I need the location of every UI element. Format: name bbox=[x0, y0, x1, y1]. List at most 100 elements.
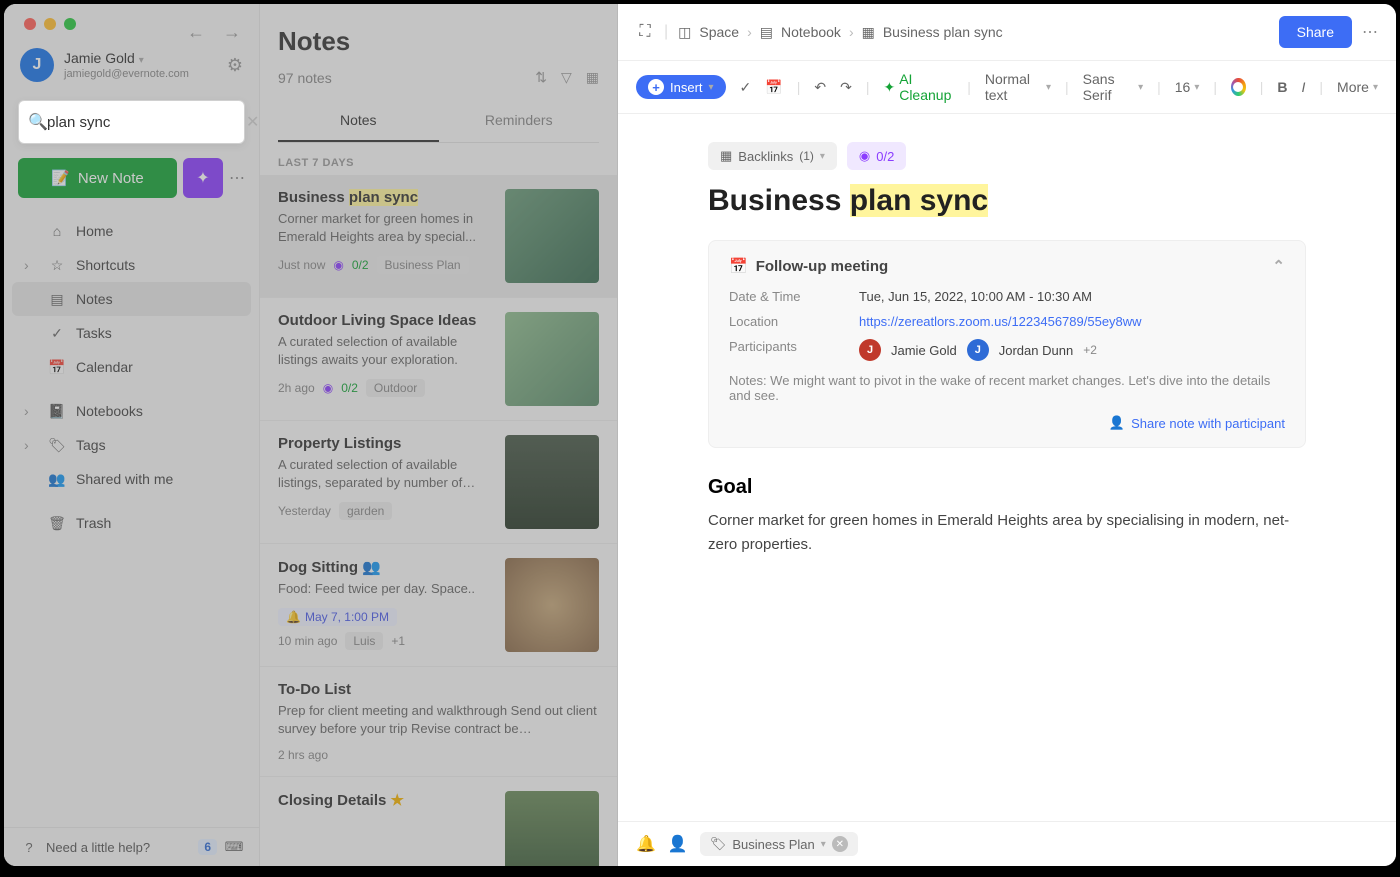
search-input[interactable] bbox=[47, 114, 246, 131]
task-icon[interactable]: ✓ bbox=[740, 79, 752, 96]
user-email: jamiegold@evernote.com bbox=[64, 67, 217, 81]
notes-icon: ▤ bbox=[48, 290, 66, 308]
note-card[interactable]: Business plan sync Corner market for gre… bbox=[260, 175, 617, 298]
meeting-link[interactable]: https://zereatlors.zoom.us/1223456789/55… bbox=[859, 314, 1142, 329]
filter-icon[interactable]: ▽ bbox=[561, 69, 572, 86]
sort-icon[interactable]: ⇅ bbox=[535, 69, 547, 86]
participant-avatar: J bbox=[967, 339, 989, 361]
backlinks-pill[interactable]: ▦Backlinks (1)▾ bbox=[708, 142, 837, 170]
italic-button[interactable]: I bbox=[1302, 79, 1306, 95]
help-icon: ? bbox=[20, 838, 38, 856]
footer-tag[interactable]: 🏷Business Plan▾✕ bbox=[700, 832, 858, 856]
min-dot[interactable] bbox=[44, 18, 56, 30]
crumb-space[interactable]: Space bbox=[699, 24, 739, 40]
note-plus-icon: 📝 bbox=[51, 169, 70, 187]
help-footer[interactable]: ? Need a little help? 6 ⌨ bbox=[4, 827, 259, 866]
search-icon: 🔍 bbox=[29, 113, 47, 131]
nav-shortcuts[interactable]: ›☆Shortcuts bbox=[12, 248, 251, 282]
nav-shared[interactable]: 👥Shared with me bbox=[12, 462, 251, 496]
star-icon: ☆ bbox=[48, 256, 66, 274]
note-card[interactable]: Outdoor Living Space Ideas A curated sel… bbox=[260, 298, 617, 421]
nav-notes[interactable]: ▤Notes bbox=[12, 282, 251, 316]
remove-tag-icon[interactable]: ✕ bbox=[832, 836, 848, 852]
note-icon: ▦ bbox=[862, 24, 875, 41]
text-style-select[interactable]: Normal text ▾ bbox=[985, 71, 1051, 103]
breadcrumb: ◫Space › ▤Notebook › ▦Business plan sync bbox=[678, 24, 1268, 41]
ai-cleanup-button[interactable]: ✦ AI Cleanup bbox=[883, 71, 953, 103]
meeting-title: 📅Follow-up meeting⌃ bbox=[729, 257, 1285, 275]
font-select[interactable]: Sans Serif ▾ bbox=[1083, 71, 1143, 103]
crumb-notebook[interactable]: Notebook bbox=[781, 24, 841, 40]
color-picker-icon[interactable] bbox=[1231, 78, 1246, 96]
thumbnail bbox=[505, 435, 599, 529]
collapse-icon[interactable]: ⌃ bbox=[1272, 257, 1285, 275]
clear-search-icon[interactable]: ✕ bbox=[246, 112, 259, 132]
gear-icon[interactable]: ⚙ bbox=[227, 55, 243, 76]
nav-trash[interactable]: 🗑Trash bbox=[12, 506, 251, 540]
people-icon: 👥 bbox=[48, 470, 66, 488]
tag-icon: 🏷 bbox=[710, 836, 727, 852]
nav-home[interactable]: ⌂Home bbox=[12, 214, 251, 248]
notes-title: Notes bbox=[278, 26, 599, 57]
thumbnail bbox=[505, 312, 599, 406]
participants: JJamie Gold JJordan Dunn +2 bbox=[859, 339, 1285, 361]
view-icon[interactable]: ▦ bbox=[586, 69, 599, 86]
redo-icon[interactable]: ↷ bbox=[840, 79, 852, 96]
share-button[interactable]: Share bbox=[1279, 16, 1352, 48]
forward-arrow-icon[interactable]: → bbox=[223, 22, 241, 43]
new-note-button[interactable]: 📝 New Note bbox=[18, 158, 177, 198]
max-dot[interactable] bbox=[64, 18, 76, 30]
avatar: J bbox=[20, 48, 54, 82]
nav-tasks[interactable]: ✓Tasks bbox=[12, 316, 251, 350]
notebook-icon: ▤ bbox=[760, 24, 773, 41]
goal-heading: Goal bbox=[708, 476, 1306, 499]
editor-footer: 🔔 👤 🏷Business Plan▾✕ bbox=[618, 821, 1396, 866]
more-format-button[interactable]: More ▾ bbox=[1337, 79, 1378, 95]
goal-body[interactable]: Corner market for green homes in Emerald… bbox=[708, 509, 1306, 557]
reminder-badge: 🔔May 7, 1:00 PM bbox=[278, 608, 397, 626]
person-add-icon[interactable]: 👤 bbox=[668, 834, 688, 854]
bold-button[interactable]: B bbox=[1277, 79, 1287, 95]
editor-content[interactable]: ▦Backlinks (1)▾ ◉0/2 Business plan sync … bbox=[618, 114, 1396, 821]
keyboard-icon[interactable]: ⌨ bbox=[225, 838, 243, 856]
meeting-box: 📅Follow-up meeting⌃ Date & TimeTue, Jun … bbox=[708, 240, 1306, 448]
note-card[interactable]: Property Listings A curated selection of… bbox=[260, 421, 617, 544]
nav-arrows: ← → bbox=[187, 22, 241, 43]
calendar-icon: 📅 bbox=[729, 257, 748, 275]
note-card[interactable]: Closing Details ★ bbox=[260, 777, 617, 866]
user-name: Jamie Gold ▾ bbox=[64, 49, 217, 67]
tab-reminders[interactable]: Reminders bbox=[439, 100, 600, 142]
tab-notes[interactable]: Notes bbox=[278, 100, 439, 142]
calendar-btn-icon[interactable]: 📅 bbox=[765, 79, 782, 96]
ai-note-button[interactable]: ✦ bbox=[183, 158, 223, 198]
nav-notebooks[interactable]: ›📓Notebooks bbox=[12, 394, 251, 428]
more-icon[interactable]: ⋯ bbox=[1362, 22, 1378, 42]
share-with-participants[interactable]: 👤Share note with participant bbox=[729, 415, 1285, 431]
nav-calendar[interactable]: 📅Calendar bbox=[12, 350, 251, 384]
sidebar: ← → J Jamie Gold ▾ jamiegold@evernote.co… bbox=[4, 4, 260, 866]
link-icon: ▦ bbox=[720, 148, 732, 164]
progress-pill[interactable]: ◉0/2 bbox=[847, 142, 906, 170]
more-button[interactable]: ⋯ bbox=[229, 168, 245, 188]
section-header: LAST 7 DAYS bbox=[260, 143, 617, 175]
note-card[interactable]: To-Do List Prep for client meeting and w… bbox=[260, 667, 617, 777]
insert-button[interactable]: +Insert▾ bbox=[636, 75, 726, 99]
bell-icon: 🔔 bbox=[286, 610, 301, 624]
crumb-note[interactable]: Business plan sync bbox=[883, 24, 1003, 40]
note-card[interactable]: Dog Sitting 👥 Food: Feed twice per day. … bbox=[260, 544, 617, 667]
note-title[interactable]: Business plan sync bbox=[708, 184, 1306, 218]
nav-tags[interactable]: ›🏷Tags bbox=[12, 428, 251, 462]
undo-icon[interactable]: ↶ bbox=[814, 79, 826, 96]
cards-list: Business plan sync Corner market for gre… bbox=[260, 175, 617, 866]
search-box[interactable]: 🔍 ✕ bbox=[18, 100, 245, 144]
editor-header: ⛶ | ◫Space › ▤Notebook › ▦Business plan … bbox=[618, 4, 1396, 61]
notes-count: 97 notes bbox=[278, 70, 332, 86]
back-arrow-icon[interactable]: ← bbox=[187, 22, 205, 43]
expand-icon[interactable]: ⛶ bbox=[636, 23, 654, 41]
notebook-icon: 📓 bbox=[48, 402, 66, 420]
help-badge: 6 bbox=[198, 839, 217, 855]
reminder-add-icon[interactable]: 🔔 bbox=[636, 834, 656, 854]
close-dot[interactable] bbox=[24, 18, 36, 30]
participant-avatar: J bbox=[859, 339, 881, 361]
size-select[interactable]: 16 ▾ bbox=[1175, 79, 1200, 95]
